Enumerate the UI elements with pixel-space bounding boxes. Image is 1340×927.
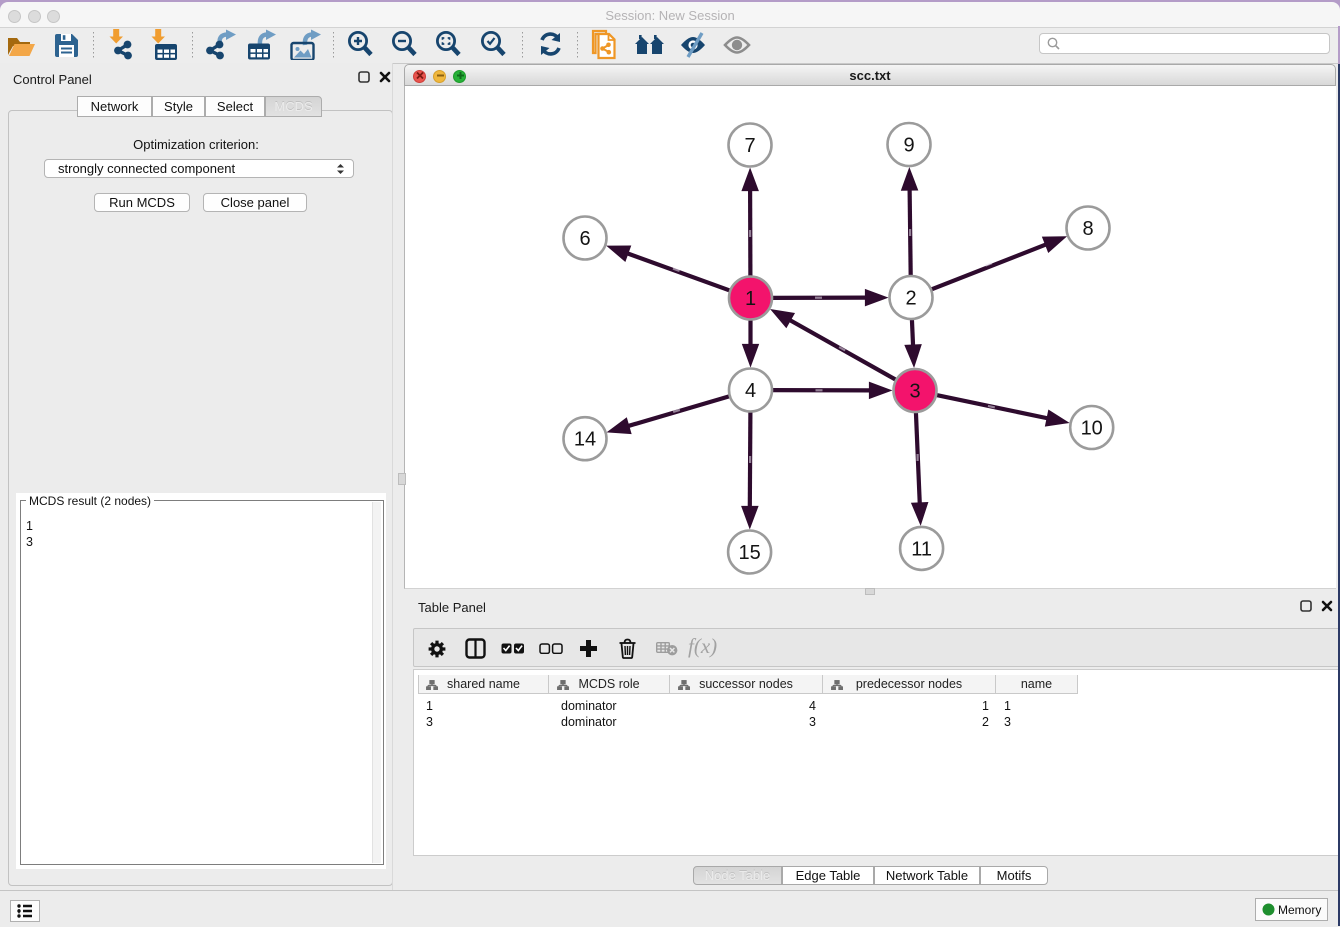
- svg-text:10: 10: [1081, 418, 1103, 440]
- svg-text:3: 3: [909, 381, 920, 403]
- svg-text:6: 6: [579, 228, 590, 250]
- svg-text:2: 2: [905, 288, 916, 310]
- svg-text:11: 11: [911, 538, 932, 560]
- svg-text:4: 4: [745, 380, 756, 402]
- svg-text:14: 14: [574, 429, 596, 451]
- svg-text:15: 15: [738, 542, 760, 564]
- svg-text:8: 8: [1082, 218, 1093, 240]
- svg-text:1: 1: [745, 288, 756, 310]
- svg-text:7: 7: [744, 135, 755, 157]
- svg-text:9: 9: [903, 135, 914, 157]
